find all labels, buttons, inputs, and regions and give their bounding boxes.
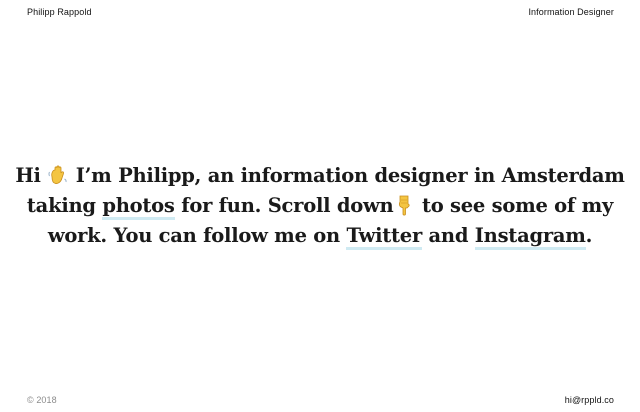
photos-link[interactable]: photos bbox=[102, 194, 175, 220]
copyright-text: © 2018 bbox=[27, 395, 57, 405]
intro-text-segment: . bbox=[585, 224, 593, 247]
twitter-link[interactable]: Twitter bbox=[346, 224, 422, 250]
intro-line-2: taking photos for fun. Scroll down to se… bbox=[0, 191, 640, 221]
intro-text-segment: work. You can follow me on bbox=[47, 224, 347, 247]
intro-text-segment: for fun. Scroll down bbox=[174, 194, 394, 217]
intro-text-segment: and bbox=[422, 224, 475, 247]
email-link[interactable]: hi@rppld.co bbox=[565, 394, 614, 406]
site-owner-name[interactable]: Philipp Rappold bbox=[27, 6, 92, 18]
intro-text-segment: I’m Philipp, an information designer in … bbox=[69, 164, 625, 187]
site-owner-role: Information Designer bbox=[528, 7, 614, 17]
pointing-down-icon bbox=[394, 194, 414, 216]
waving-hand-icon bbox=[48, 164, 68, 186]
intro-line-1: Hi I’m Philipp, an information designer … bbox=[0, 161, 640, 191]
intro-text-segment: to see some of my bbox=[415, 194, 614, 217]
intro-line-3: work. You can follow me on Twitter and I… bbox=[0, 221, 640, 251]
intro-text-segment: Hi bbox=[15, 164, 48, 187]
instagram-link[interactable]: Instagram bbox=[474, 224, 586, 250]
intro-text-segment: taking bbox=[26, 194, 103, 217]
intro-text: Hi I’m Philipp, an information designer … bbox=[0, 161, 640, 251]
